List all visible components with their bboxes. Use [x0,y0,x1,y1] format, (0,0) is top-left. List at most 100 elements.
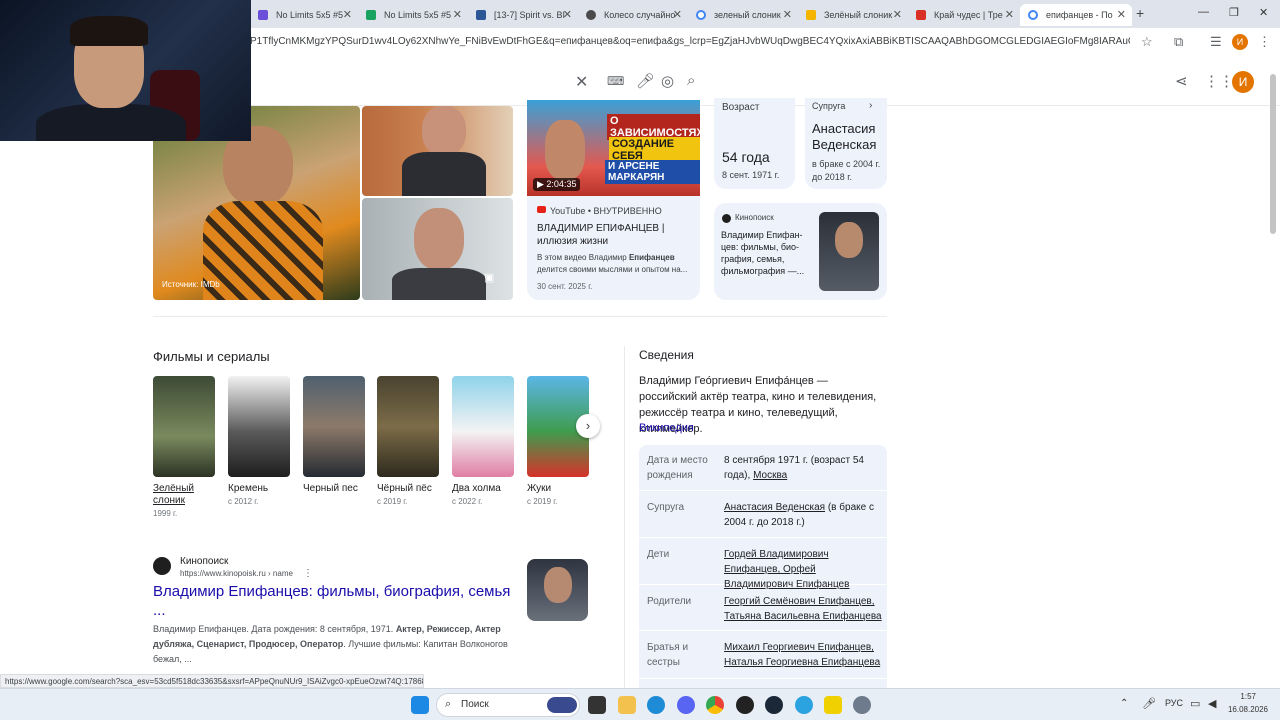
result-snippet: Владимир Епифанцев. Дата рождения: 8 сен… [153,624,508,664]
parents-link[interactable]: Георгий Семёнович Епифанцев, Татьяна Вас… [724,596,882,622]
microphone-icon[interactable]: 🎤︎ [1142,697,1156,710]
siblings-link[interactable]: Михаил Георгиевич Епифанцев, Наталья Гео… [724,642,880,668]
result-thumbnail[interactable] [527,559,588,621]
settings-icon[interactable] [853,696,871,714]
steam-icon[interactable] [765,696,783,714]
film-year: 1999 г. [153,509,178,518]
photo-3[interactable]: ▣ [362,198,513,300]
tab-green-elephant[interactable]: Зелёный слоник ✕ [798,4,908,26]
windows-start-icon[interactable] [411,696,429,714]
discord-icon[interactable] [677,696,695,714]
tab-kray-chudes[interactable]: Край чудес | Тре ✕ [908,4,1020,26]
kinopoisk-text: Владимир Епифан-цев: фильмы, био-графия,… [721,230,805,276]
close-icon[interactable]: ✕ [783,4,792,26]
divider [153,316,887,317]
task-view-icon[interactable] [588,696,606,714]
spouse-card[interactable]: Супруга › Анастасия Веденская в браке с … [805,98,887,189]
chrome-icon[interactable] [706,696,724,714]
info-row-parents: Родители Георгий Семёнович Епифанцев, Та… [639,585,887,631]
browser-menu-icon[interactable]: ⋮ [1258,34,1271,50]
wikipedia-link[interactable]: Википедия [639,422,694,434]
url-field[interactable]: P1TflyCnMKMgzYPQSurD1wv4LOy62XNhwYe_FNiB… [250,36,1130,47]
tray-chevron-icon[interactable]: ⌃ [1120,698,1128,709]
moscow-link[interactable]: Москва [753,470,787,481]
face-shape [835,222,863,258]
close-icon[interactable]: ✕ [343,4,352,26]
close-icon[interactable]: ✕ [453,4,462,26]
edge-icon[interactable] [647,696,665,714]
films-next-button[interactable]: › [576,414,600,438]
info-value: 8 сентября 1971 г. (возраст 54 года), Мо… [724,455,864,481]
app-icon[interactable] [824,696,842,714]
tab-no-limits-2[interactable]: No Limits 5x5 #5 ✕ [358,4,468,26]
tab-epifantsev-active[interactable]: епифанцев - По ✕ [1020,4,1132,26]
extensions-icon[interactable]: ⧉ [1174,34,1183,50]
clear-search-icon[interactable]: ✕ [575,72,588,92]
close-icon[interactable]: ✕ [673,4,682,26]
divider [624,346,625,688]
language-indicator[interactable]: РУС [1165,698,1183,708]
share-icon[interactable]: ⋖ [1175,72,1188,90]
profile-avatar[interactable]: И [1232,34,1248,50]
close-icon[interactable]: ✕ [1005,4,1014,26]
kinopoisk-card[interactable]: Кинопоиск Владимир Епифан-цев: фильмы, б… [714,203,887,300]
minimize-icon[interactable]: — [1198,6,1209,18]
age-value: 54 года [722,149,770,165]
children-link[interactable]: Гордей Владимирович Епифанцев, Орфей Вла… [724,549,849,590]
age-card[interactable]: Возраст 54 года 8 сент. 1971 г. [714,98,795,189]
film-poster [303,376,365,477]
kinopoisk-source: Кинопоиск [735,213,774,222]
film-year: с 2022 г. [452,497,483,506]
youtube-icon [537,206,546,213]
clock-date[interactable]: 16.08.2026 [1222,705,1268,714]
spouse-name: Анастасия Веденская [812,121,877,152]
gallery-icon[interactable]: ▣ [484,271,494,284]
clock-time[interactable]: 1:57 [1224,692,1256,701]
bookmark-star-icon[interactable]: ☆ [1141,34,1153,50]
result-url[interactable]: https://www.kinopoisk.ru › name [180,569,293,578]
film-card[interactable]: Зелёный слоник 1999 г. [153,376,215,518]
keyboard-icon[interactable]: ⌨ [607,74,624,88]
network-icon[interactable]: ▭ [1190,697,1200,710]
more-options-icon[interactable]: ⋮ [303,568,313,579]
new-tab-icon[interactable]: + [1136,5,1144,21]
spouse-detail: в браке с 2004 г. до 2018 г. [812,159,881,182]
photo-2[interactable] [362,106,513,196]
window-close-icon[interactable]: ✕ [1259,6,1268,19]
microphone-icon[interactable]: 🎤︎ [636,72,655,90]
close-icon[interactable]: ✕ [563,4,572,26]
film-card[interactable]: Черный пес [303,376,365,497]
tab-no-limits-1[interactable]: No Limits 5x5 #5 ✕ [250,4,358,26]
film-card[interactable]: Кремень с 2012 г. [228,376,290,506]
taskbar-search-placeholder: Поиск [461,699,489,710]
apps-grid-icon[interactable]: ⋮⋮ [1204,72,1234,90]
close-icon[interactable]: ✕ [1117,4,1126,26]
video-title[interactable]: ВЛАДИМИР ЕПИФАНЦЕВ | иллюзия жизни [537,222,692,248]
film-card[interactable]: Чёрный пёс с 2019 г. [377,376,439,506]
spouse-label: Супруга [812,101,846,111]
info-label: Дата и место рождения [647,455,708,481]
taskbar-search[interactable]: ⌕ Поиск [436,693,580,717]
tab-spirit[interactable]: [13-7] Spirit vs. BI ✕ [468,4,578,26]
tab-green-elephant-search[interactable]: зеленый слоник ✕ [688,4,798,26]
volume-icon[interactable]: ◀ [1208,697,1216,710]
search-icon[interactable]: ⌕ [687,72,695,89]
chevron-right-icon[interactable]: › [869,100,872,111]
restore-icon[interactable]: ❐ [1229,6,1239,19]
image-source-label: Источник: IMDb [162,280,220,289]
account-avatar[interactable]: И [1232,71,1254,93]
obs-icon[interactable] [736,696,754,714]
result-title-link[interactable]: Владимир Епифанцев: фильмы, биография, с… [153,582,513,620]
close-icon[interactable]: ✕ [893,4,902,26]
film-card[interactable]: Два холма с 2022 г. [452,376,514,506]
video-snippet: В этом видео Владимир Епифанцев делится … [537,253,688,274]
spouse-link[interactable]: Анастасия Веденская [724,502,825,513]
file-explorer-icon[interactable] [618,696,636,714]
film-card[interactable]: Жуки с 2019 г. [527,376,589,506]
reading-list-icon[interactable]: ☰ [1210,34,1222,50]
page-scrollbar[interactable] [1270,74,1276,234]
telegram-icon[interactable] [795,696,813,714]
tab-wheel[interactable]: Колесо случайно ✕ [578,4,688,26]
video-card[interactable]: О ЗАВИСИМОСТЯХ СОЗДАНИЕ СЕБЯ И АРСЕНЕ МА… [527,100,700,300]
lens-icon[interactable]: ◎ [661,72,674,90]
